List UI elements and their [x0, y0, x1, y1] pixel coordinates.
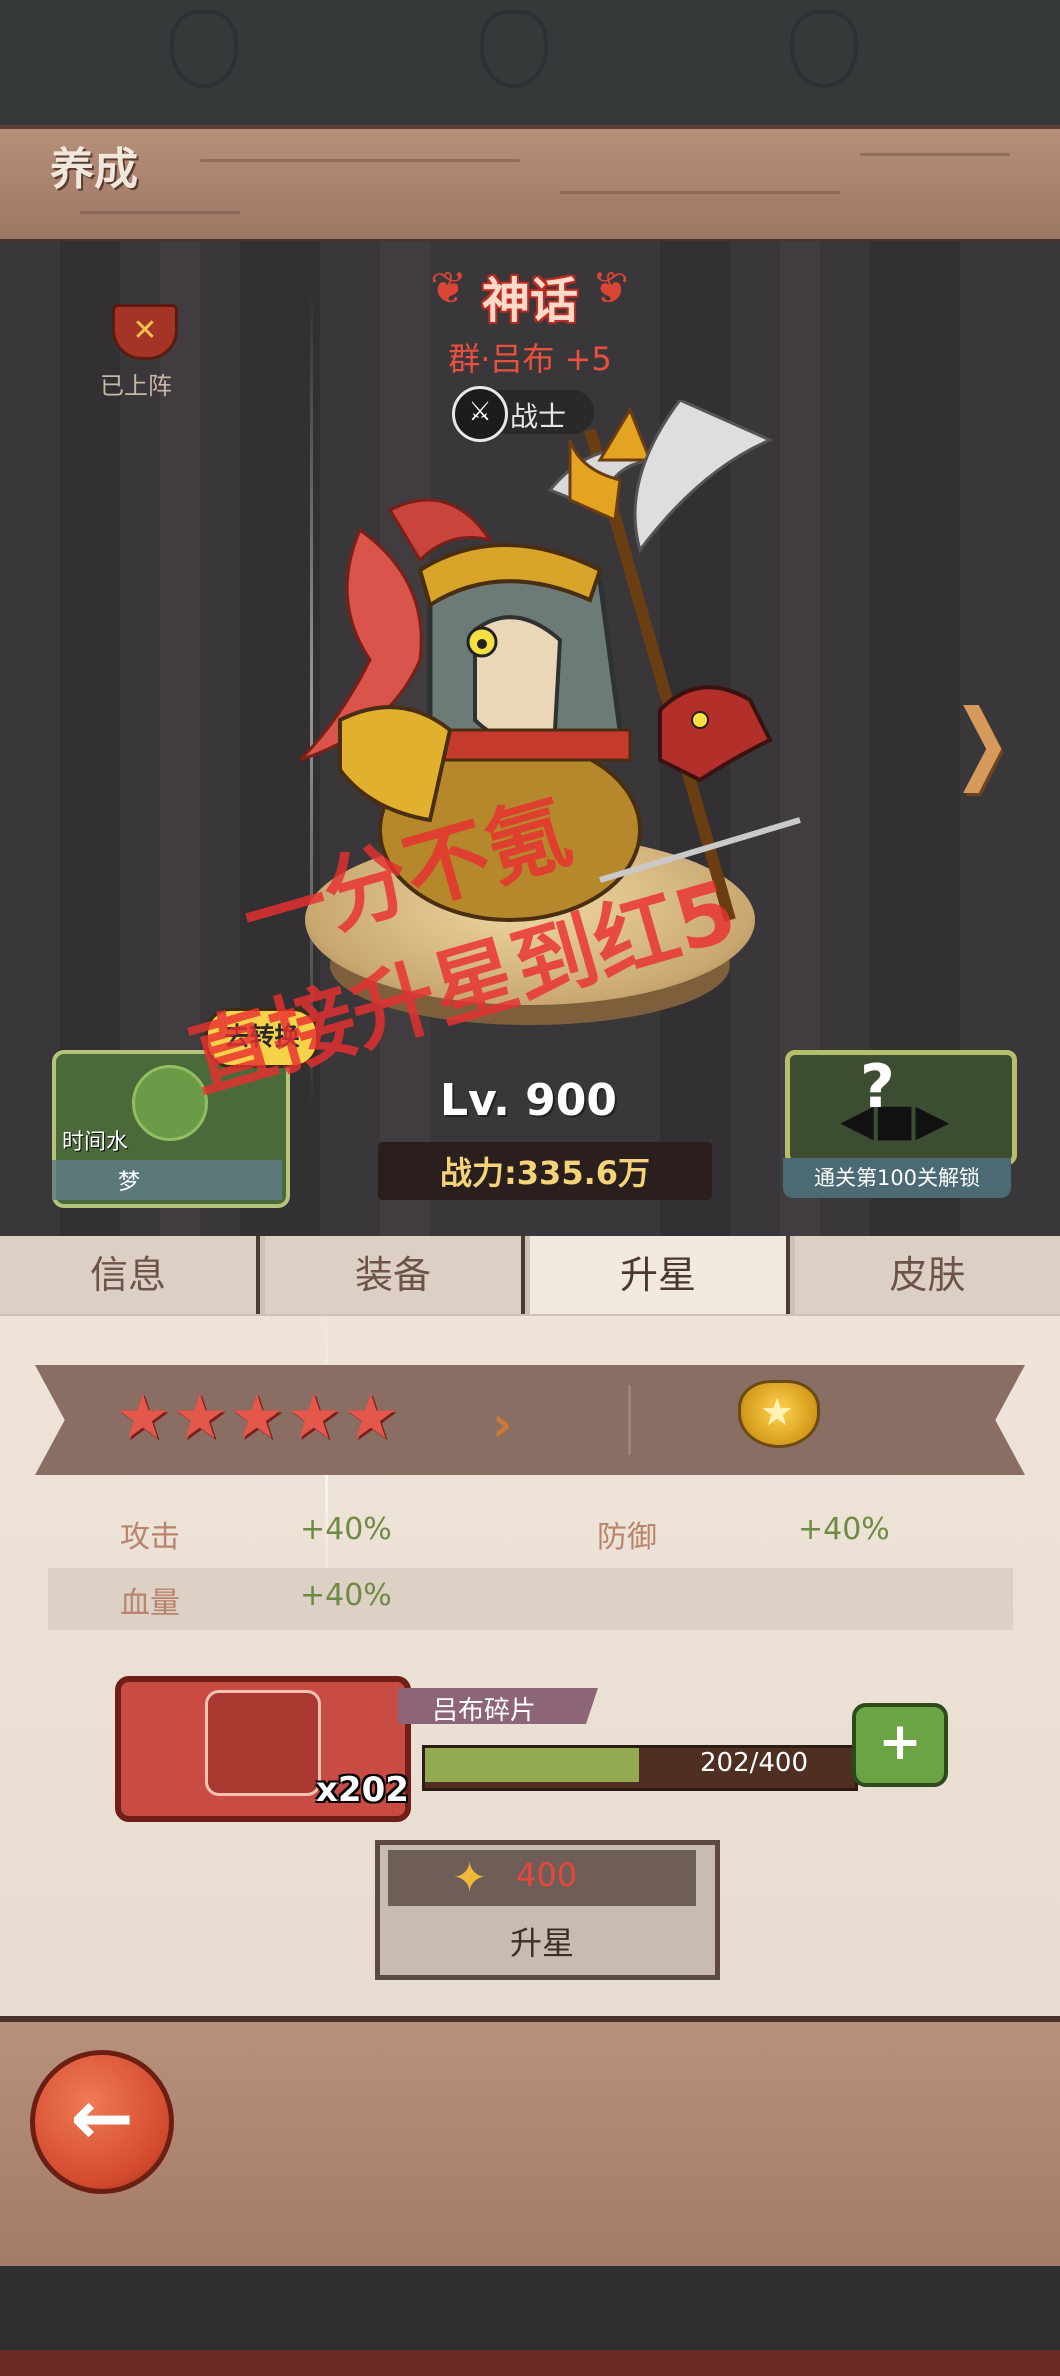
upgrade-arrow-icon: ›: [492, 1395, 513, 1453]
stat-attack-value: +40%: [300, 1512, 392, 1547]
time-card-title: 时间水: [62, 1130, 129, 1155]
crown-star-icon: ★: [760, 1390, 795, 1434]
tab-skin[interactable]: 皮肤: [795, 1236, 1060, 1314]
fragment-portrait-icon: [205, 1690, 321, 1796]
star-up-cost: 400: [516, 1856, 578, 1894]
back-button[interactable]: ←: [30, 2050, 174, 2194]
rarity-text: 神话: [481, 273, 578, 329]
puzzle-piece-icon: ✦: [452, 1853, 488, 1902]
time-card-subtitle: 梦: [118, 1170, 141, 1195]
hero-level: Lv. 900: [440, 1075, 618, 1126]
stat-hp-value: +40%: [300, 1578, 392, 1613]
tab-star-up[interactable]: 升星: [530, 1236, 790, 1314]
star-icon: ★: [172, 1380, 228, 1453]
stat-attack-label: 攻击: [120, 1520, 180, 1555]
deployed-flag-icon[interactable]: ✕: [112, 304, 178, 360]
fragment-progress-fill: [425, 1748, 639, 1782]
stat-hp-label: 血量: [120, 1586, 180, 1621]
decor-ring: [170, 10, 238, 88]
tab-info[interactable]: 信息: [0, 1236, 260, 1314]
page-title: 养成: [50, 144, 138, 195]
stat-defense-label: 防御: [597, 1520, 657, 1555]
stat-defense-value: +40%: [798, 1512, 890, 1547]
rarity-badge: ❦ 神话 ❦: [430, 255, 630, 329]
decor-ring: [480, 10, 548, 88]
fragment-count: x202: [316, 1770, 409, 1810]
header-wood: [0, 125, 1060, 245]
fragment-progress-text: 202/400: [700, 1748, 809, 1778]
add-fragment-button[interactable]: +: [852, 1703, 948, 1787]
hero-name: 群·吕布 +5: [448, 340, 612, 378]
hero-power: 战力:335.6万: [439, 1154, 651, 1192]
next-hero-arrow-icon[interactable]: ❯: [952, 690, 1011, 793]
tab-equipment[interactable]: 装备: [265, 1236, 525, 1314]
star-icon: ★: [343, 1380, 399, 1453]
decor-ring: [790, 10, 858, 88]
question-icon: ?: [860, 1052, 895, 1122]
star-up-label: 升星: [510, 1924, 575, 1962]
fragment-name: 吕布碎片: [432, 1696, 537, 1726]
star-icon: ★: [229, 1380, 285, 1453]
laurel-right-icon: ❦: [592, 263, 629, 314]
top-bar: [0, 0, 1060, 125]
unlock-hint: 通关第100关解锁: [783, 1158, 1011, 1198]
footer-red-strip: [0, 2350, 1060, 2376]
deployed-label: 已上阵: [100, 372, 172, 400]
star-icon: ★: [286, 1380, 342, 1453]
ribbon-divider: [628, 1385, 631, 1455]
star-icon: ★: [115, 1380, 171, 1453]
laurel-left-icon: ❦: [430, 263, 467, 314]
time-card-label-bg: [52, 1160, 282, 1200]
stat-row-bg: [48, 1568, 1013, 1630]
